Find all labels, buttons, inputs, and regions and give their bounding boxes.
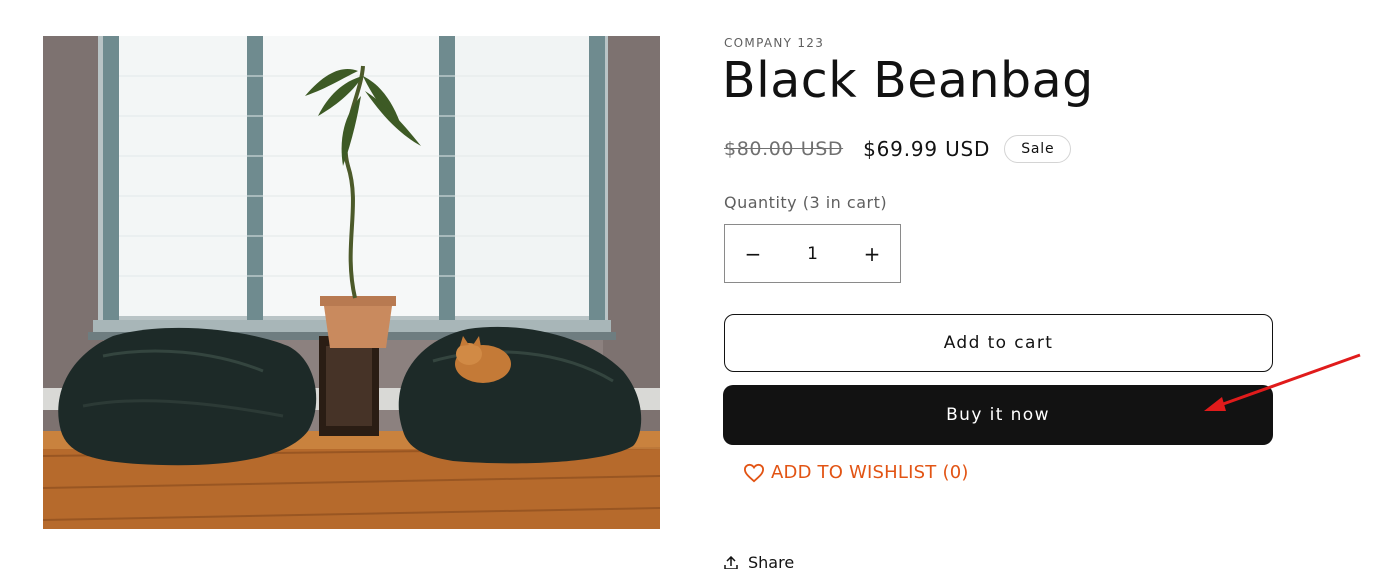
product-title: Black Beanbag [722,52,1094,109]
add-to-cart-button[interactable]: Add to cart [724,314,1273,372]
quantity-label: Quantity (3 in cart) [724,193,888,212]
quantity-input[interactable]: 1 [781,244,844,264]
quantity-stepper: − 1 + [724,224,901,283]
price-row: $80.00 USD $69.99 USD Sale [724,134,1072,164]
buy-it-now-button[interactable]: Buy it now [723,385,1273,445]
share-label: Share [748,553,795,569]
product-image[interactable] [43,36,660,529]
sale-badge: Sale [1004,135,1072,163]
wishlist-count: (0) [942,462,969,483]
quantity-decrease-button[interactable]: − [725,225,781,282]
quantity-increase-button[interactable]: + [844,225,900,282]
add-to-wishlist-link[interactable]: ADD TO WISHLIST (0) [743,462,969,483]
share-icon [724,555,738,569]
wishlist-label: ADD TO WISHLIST [771,462,937,483]
product-vendor: COMPANY 123 [724,36,825,50]
sale-price: $69.99 USD [863,137,991,161]
compare-at-price: $80.00 USD [724,138,844,160]
heart-icon [743,463,765,482]
share-button[interactable]: Share [724,553,794,569]
product-photo [43,36,660,529]
product-page: COMPANY 123 Black Beanbag $80.00 USD $69… [0,0,1383,569]
